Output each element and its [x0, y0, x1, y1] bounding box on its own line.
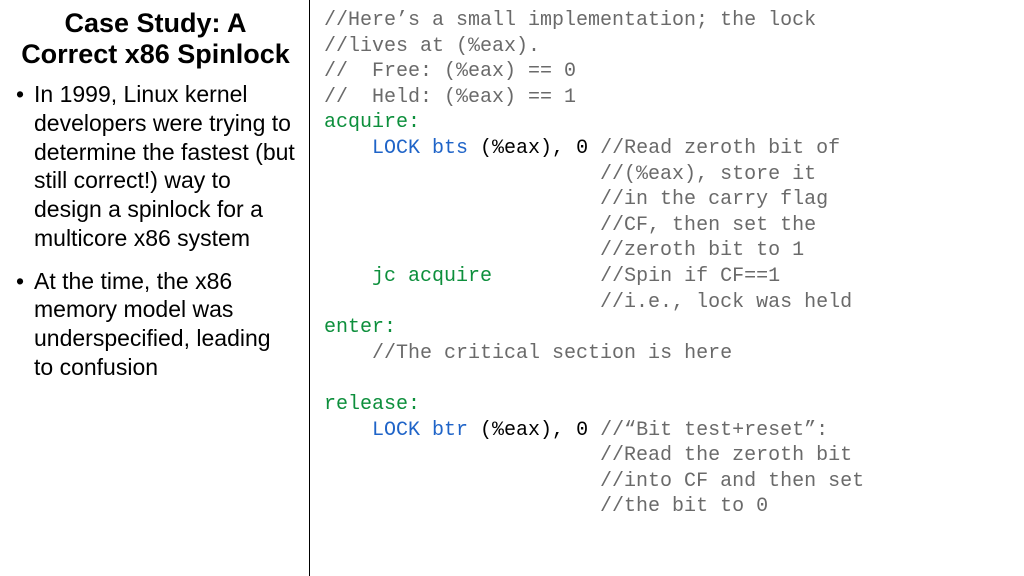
code-label: enter: [324, 316, 396, 339]
code-comment: //(%eax), store it [600, 163, 816, 186]
code-comment: //in the carry flag [600, 188, 828, 211]
code-comment: //Read zeroth bit of [600, 137, 840, 160]
code-comment: //zeroth bit to 1 [600, 239, 804, 262]
code-comment: //The critical section is here [372, 342, 732, 365]
code-comment: // Held: (%eax) == 1 [324, 86, 576, 109]
code-keyword: LOCK [372, 419, 420, 442]
slide-title: Case Study: A Correct x86 Spinlock [16, 8, 295, 70]
right-column: //Here’s a small implementation; the loc… [310, 0, 1024, 576]
code-comment: //into CF and then set [600, 470, 864, 493]
code-comment: //“Bit test+reset”: [600, 419, 828, 442]
code-label: release: [324, 393, 420, 416]
left-column: Case Study: A Correct x86 Spinlock In 19… [0, 0, 310, 576]
code-instruction: bts [420, 137, 468, 160]
code-instruction: btr [420, 419, 468, 442]
code-block: //Here’s a small implementation; the loc… [324, 8, 1014, 520]
code-label: acquire: [324, 111, 420, 134]
bullet-list: In 1999, Linux kernel developers were tr… [16, 80, 295, 382]
code-comment: //CF, then set the [600, 214, 816, 237]
slide: Case Study: A Correct x86 Spinlock In 19… [0, 0, 1024, 576]
code-comment: //i.e., lock was held [600, 291, 852, 314]
code-keyword: LOCK [372, 137, 420, 160]
code-comment: //Spin if CF==1 [600, 265, 780, 288]
bullet-item: At the time, the x86 memory model was un… [16, 267, 295, 382]
code-comment: //Read the zeroth bit [600, 444, 852, 467]
code-comment: //lives at (%eax). [324, 35, 540, 58]
code-comment: //the bit to 0 [600, 495, 768, 518]
code-jump: jc acquire [372, 265, 492, 288]
code-comment: //Here’s a small implementation; the loc… [324, 9, 816, 32]
code-comment: // Free: (%eax) == 0 [324, 60, 576, 83]
bullet-item: In 1999, Linux kernel developers were tr… [16, 80, 295, 253]
